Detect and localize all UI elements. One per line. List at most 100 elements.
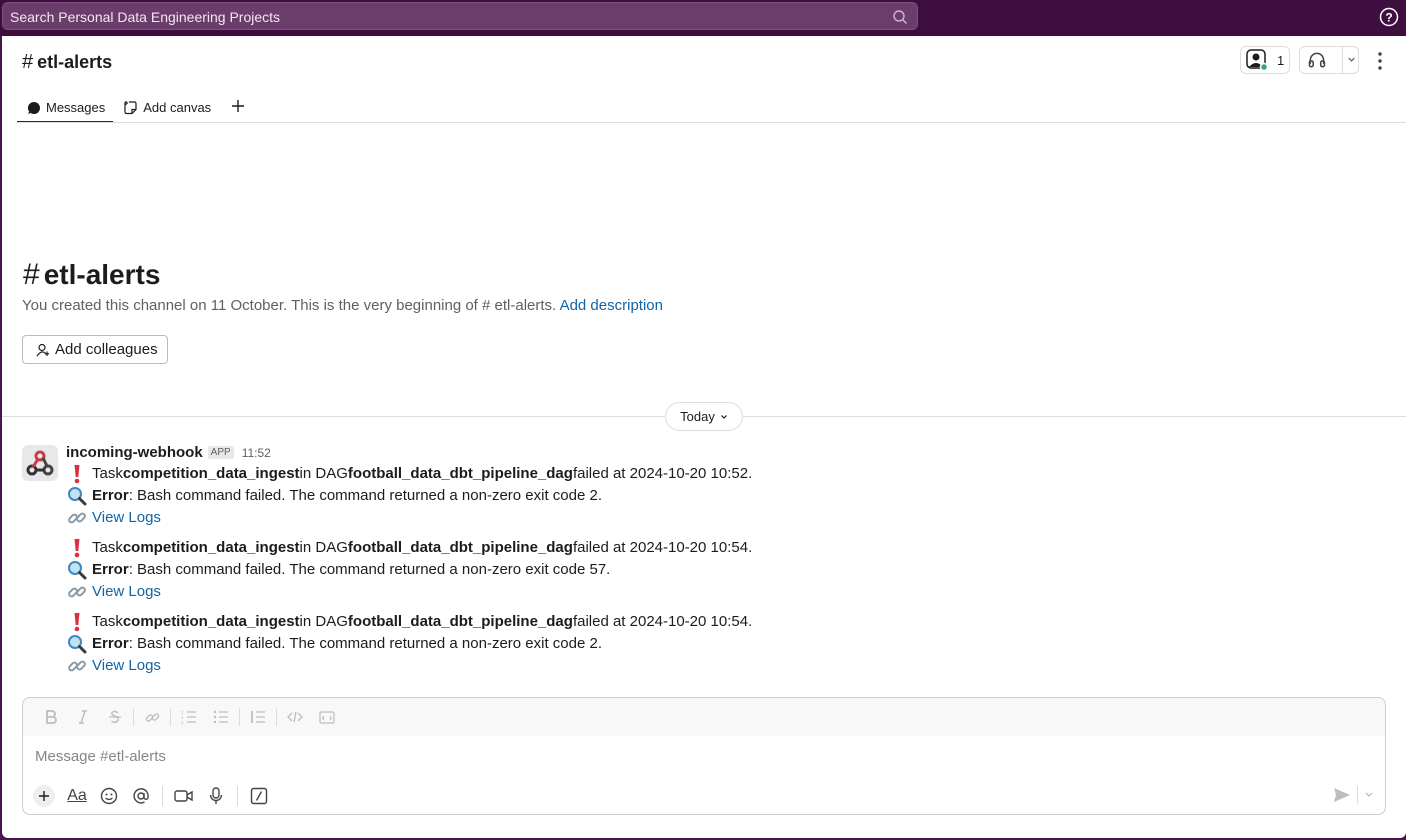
svg-text:?: ? bbox=[1385, 11, 1392, 25]
exclamation-icon bbox=[66, 464, 88, 484]
mention-icon[interactable] bbox=[125, 782, 157, 810]
members-button[interactable]: 1 bbox=[1240, 46, 1290, 74]
attach-plus-icon[interactable] bbox=[33, 785, 55, 807]
day-divider-button[interactable]: Today bbox=[665, 402, 743, 431]
sender-name[interactable]: incoming-webhook bbox=[66, 444, 203, 461]
composer-tools: Aa bbox=[31, 782, 275, 810]
message-time[interactable]: 11:52 bbox=[242, 446, 271, 460]
search-bar[interactable]: Search Personal Data Engineering Project… bbox=[2, 2, 918, 30]
view-logs-link[interactable]: View Logs bbox=[92, 581, 161, 603]
toolbar-separator bbox=[276, 708, 277, 726]
more-options-icon[interactable] bbox=[1374, 50, 1386, 72]
microphone-icon[interactable] bbox=[200, 782, 232, 810]
channel-name: etl-alerts bbox=[37, 52, 113, 72]
format-toggle-icon[interactable]: Aa bbox=[61, 782, 93, 810]
view-logs-link[interactable]: View Logs bbox=[92, 655, 161, 677]
alert-text: Task bbox=[92, 539, 123, 556]
ordered-list-icon[interactable]: 123 bbox=[173, 705, 205, 729]
bold-icon[interactable] bbox=[35, 705, 67, 729]
canvas-icon bbox=[123, 100, 138, 115]
error-text: : Bash command failed. The command retur… bbox=[128, 561, 611, 578]
error-label: Error bbox=[92, 635, 129, 652]
link-icon bbox=[66, 656, 88, 676]
dag-name: football_data_dbt_pipeline_dag bbox=[347, 465, 573, 482]
chevron-down-icon[interactable] bbox=[1345, 55, 1358, 65]
alert-error-line: Error: Bash command failed. The command … bbox=[66, 485, 752, 507]
error-text: : Bash command failed. The command retur… bbox=[128, 635, 603, 652]
alert-text: in DAG bbox=[299, 539, 348, 556]
add-tab-icon[interactable] bbox=[231, 96, 245, 119]
chat-bubble-icon bbox=[27, 101, 41, 115]
dag-name: football_data_dbt_pipeline_dag bbox=[347, 539, 573, 556]
emoji-icon[interactable] bbox=[93, 782, 125, 810]
headphones-icon bbox=[1308, 52, 1326, 68]
intro-desc-text: You created this channel on 11 October. … bbox=[22, 297, 478, 314]
search-placeholder: Search Personal Data Engineering Project… bbox=[10, 9, 281, 25]
link-icon bbox=[66, 508, 88, 528]
add-person-icon bbox=[36, 343, 50, 356]
task-name: competition_data_ingest bbox=[122, 539, 300, 556]
alert-error-line: Error: Bash command failed. The command … bbox=[66, 633, 752, 655]
blockquote-icon[interactable] bbox=[242, 705, 274, 729]
alert-task-line: Task competition_data_ingest in DAG foot… bbox=[66, 537, 752, 559]
intro-hash: # bbox=[23, 258, 40, 291]
tab-messages[interactable]: Messages bbox=[17, 92, 114, 123]
magnifier-icon bbox=[66, 486, 88, 506]
magnifier-icon bbox=[66, 634, 88, 654]
chevron-down-icon[interactable] bbox=[1364, 791, 1374, 799]
channel-title-button[interactable]: # etl-alerts bbox=[22, 51, 112, 74]
alert-text: failed at 2024-10-20 10:52. bbox=[572, 465, 753, 482]
member-avatar-icon bbox=[1246, 49, 1268, 71]
help-icon[interactable]: ? bbox=[1379, 7, 1399, 27]
tabs-divider bbox=[17, 122, 1406, 123]
dag-name: football_data_dbt_pipeline_dag bbox=[347, 613, 573, 630]
add-colleagues-button[interactable]: Add colleagues bbox=[22, 335, 168, 364]
huddle-button[interactable] bbox=[1299, 46, 1359, 74]
exclamation-icon bbox=[66, 538, 88, 558]
code-icon[interactable] bbox=[279, 705, 311, 729]
toolbar-separator bbox=[162, 786, 163, 806]
alert-text: failed at 2024-10-20 10:54. bbox=[572, 539, 753, 556]
avatar[interactable] bbox=[22, 445, 58, 481]
send-icon[interactable] bbox=[1333, 787, 1351, 803]
alert-link-line: View Logs bbox=[66, 655, 752, 677]
toolbar-separator bbox=[239, 708, 240, 726]
channel-hash: # bbox=[22, 51, 34, 73]
exclamation-icon bbox=[66, 612, 88, 632]
intro-desc-channel: etl-alerts. bbox=[490, 297, 557, 314]
strikethrough-icon[interactable] bbox=[99, 705, 131, 729]
app-badge: APP bbox=[207, 446, 234, 459]
tab-add-canvas[interactable]: Add canvas bbox=[113, 92, 219, 123]
slash-command-icon[interactable] bbox=[243, 782, 275, 810]
svg-text:3: 3 bbox=[181, 720, 184, 724]
alert-text: failed at 2024-10-20 10:54. bbox=[572, 613, 753, 630]
toolbar-separator bbox=[133, 708, 134, 726]
send-separator bbox=[1357, 786, 1358, 804]
message-header: incoming-webhook APP 11:52 bbox=[66, 444, 271, 461]
alert-message: Task competition_data_ingest in DAG foot… bbox=[66, 463, 752, 529]
send-controls bbox=[1333, 786, 1374, 804]
alert-text: in DAG bbox=[299, 465, 348, 482]
alert-task-line: Task competition_data_ingest in DAG foot… bbox=[66, 463, 752, 485]
top-bar: Search Personal Data Engineering Project… bbox=[0, 0, 1406, 36]
task-name: competition_data_ingest bbox=[122, 465, 300, 482]
code-block-icon[interactable] bbox=[311, 705, 343, 729]
alert-link-line: View Logs bbox=[66, 581, 752, 603]
link-format-icon[interactable] bbox=[136, 705, 168, 729]
huddle-divider bbox=[1341, 46, 1343, 74]
intro-title: # etl-alerts bbox=[23, 258, 160, 292]
view-logs-link[interactable]: View Logs bbox=[92, 507, 161, 529]
add-description-link[interactable]: Add description bbox=[560, 297, 663, 314]
error-label: Error bbox=[92, 487, 129, 504]
bulleted-list-icon[interactable] bbox=[205, 705, 237, 729]
italic-icon[interactable] bbox=[67, 705, 99, 729]
link-icon bbox=[66, 582, 88, 602]
alert-link-line: View Logs bbox=[66, 507, 752, 529]
error-label: Error bbox=[92, 561, 129, 578]
video-icon[interactable] bbox=[168, 782, 200, 810]
formatting-toolbar: 123 bbox=[23, 698, 1385, 736]
alert-text: in DAG bbox=[299, 613, 348, 630]
alert-text: Task bbox=[92, 465, 123, 482]
channel-tabs: Messages Add canvas bbox=[17, 92, 245, 123]
message-input[interactable]: Message #etl-alerts bbox=[35, 748, 166, 765]
